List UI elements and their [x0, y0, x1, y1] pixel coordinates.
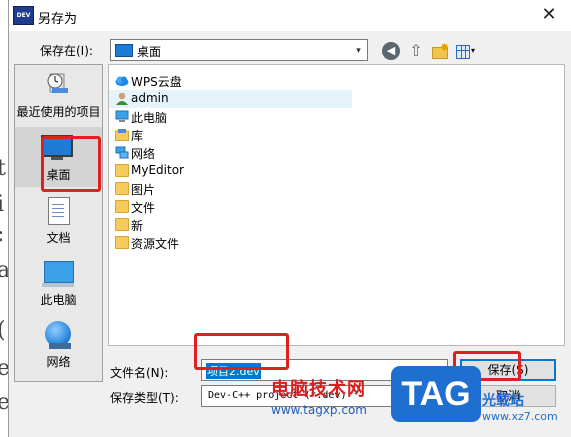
- list-item[interactable]: 新: [109, 216, 352, 234]
- recent-icon: [47, 73, 68, 93]
- list-item[interactable]: 库: [109, 126, 352, 144]
- cloud-icon: [115, 76, 129, 86]
- list-item[interactable]: 此电脑: [109, 108, 352, 126]
- file-name: 资源文件: [131, 237, 180, 251]
- new-folder-button[interactable]: ✸: [431, 41, 450, 60]
- folder-icon: [115, 236, 129, 249]
- background-char: (: [0, 318, 6, 343]
- file-name: 网络: [131, 147, 156, 161]
- sparkle-icon: ✸: [440, 41, 450, 54]
- file-name: admin: [131, 91, 169, 105]
- filetype-label: 保存类型(T):: [110, 391, 179, 405]
- this-pc-icon: [44, 261, 74, 283]
- view-grid-icon: [456, 45, 470, 59]
- list-item[interactable]: 网络: [109, 144, 352, 162]
- location-dropdown[interactable]: 桌面 ▾: [110, 39, 368, 61]
- background-char: :: [0, 222, 4, 247]
- place-network[interactable]: 网络: [15, 317, 102, 373]
- list-item[interactable]: 文件: [109, 198, 352, 216]
- background-char: i: [0, 192, 5, 217]
- dialog-title: 另存为: [38, 12, 78, 27]
- network-icon: [115, 146, 129, 159]
- chevron-down-icon: ▾: [356, 46, 361, 56]
- watermark-tag-logo: TAG: [391, 366, 481, 422]
- save-in-label: 保存在(I):: [40, 44, 93, 58]
- watermark-side-text: 光载站: [482, 393, 524, 409]
- view-menu-button[interactable]: ▾: [455, 42, 481, 60]
- watermark-side-url: www.xz7.com: [482, 410, 558, 423]
- file-name: 图片: [131, 183, 156, 197]
- place-label: 最近使用的项目: [16, 105, 101, 119]
- place-this-pc[interactable]: 此电脑: [15, 255, 102, 311]
- place-label: 此电脑: [40, 293, 77, 307]
- folder-icon: [115, 164, 129, 177]
- back-arrow-icon: ◀: [386, 44, 396, 57]
- places-bar: 最近使用的项目 桌面 文档 此电脑 网络: [14, 64, 103, 382]
- list-item[interactable]: WPS云盘: [109, 72, 352, 90]
- file-name: 新: [131, 219, 144, 233]
- folder-icon: [115, 182, 129, 195]
- folder-icon: [115, 218, 129, 231]
- background-char: t: [0, 156, 6, 181]
- network-base: [49, 343, 71, 349]
- documents-icon: [48, 197, 70, 225]
- file-name: 库: [131, 129, 144, 143]
- library-icon: [115, 129, 129, 141]
- close-button[interactable]: ✕: [537, 4, 561, 26]
- annotation-box-filename: [194, 333, 289, 370]
- up-folder-button[interactable]: ⇧: [407, 42, 425, 60]
- list-item[interactable]: admin: [109, 90, 352, 108]
- desktop-icon: [115, 44, 133, 57]
- place-label: 文档: [46, 231, 71, 245]
- computer-icon: [115, 110, 129, 122]
- list-item[interactable]: 资源文件: [109, 234, 352, 252]
- file-name: MyEditor: [131, 163, 184, 177]
- place-documents[interactable]: 文档: [15, 193, 102, 249]
- place-label: 网络: [46, 355, 71, 369]
- filename-label: 文件名(N):: [110, 366, 169, 380]
- folder-icon: [115, 200, 129, 213]
- file-name: WPS云盘: [131, 75, 182, 89]
- title-bar: DEV 另存为 ✕: [9, 0, 571, 31]
- list-item[interactable]: MyEditor: [109, 162, 352, 180]
- file-list[interactable]: WPS云盘 admin 此电脑 库 网络 MyEditor 图片 文件 新 资源…: [108, 64, 565, 346]
- location-value: 桌面: [137, 45, 162, 59]
- place-recent[interactable]: 最近使用的项目: [15, 65, 102, 125]
- back-button[interactable]: ◀: [382, 42, 400, 60]
- up-arrow-icon: ⇧: [409, 41, 423, 60]
- user-icon: [116, 92, 128, 105]
- pc-base: [42, 283, 74, 287]
- file-name: 文件: [131, 201, 156, 215]
- save-as-dialog: DEV 另存为 ✕ 保存在(I): 桌面 ▾ ◀ ⇧ ✸ ▾ 最近使用的项目 桌…: [8, 0, 571, 437]
- annotation-box-desktop: [41, 136, 101, 192]
- chevron-down-icon: ▾: [471, 46, 476, 55]
- dev-cpp-app-icon: DEV: [13, 6, 34, 25]
- watermark-site-name: 电脑技术网: [271, 379, 366, 400]
- file-name: 此电脑: [131, 111, 168, 125]
- list-item[interactable]: 图片: [109, 180, 352, 198]
- watermark-url: www.tagxp.com: [271, 403, 367, 417]
